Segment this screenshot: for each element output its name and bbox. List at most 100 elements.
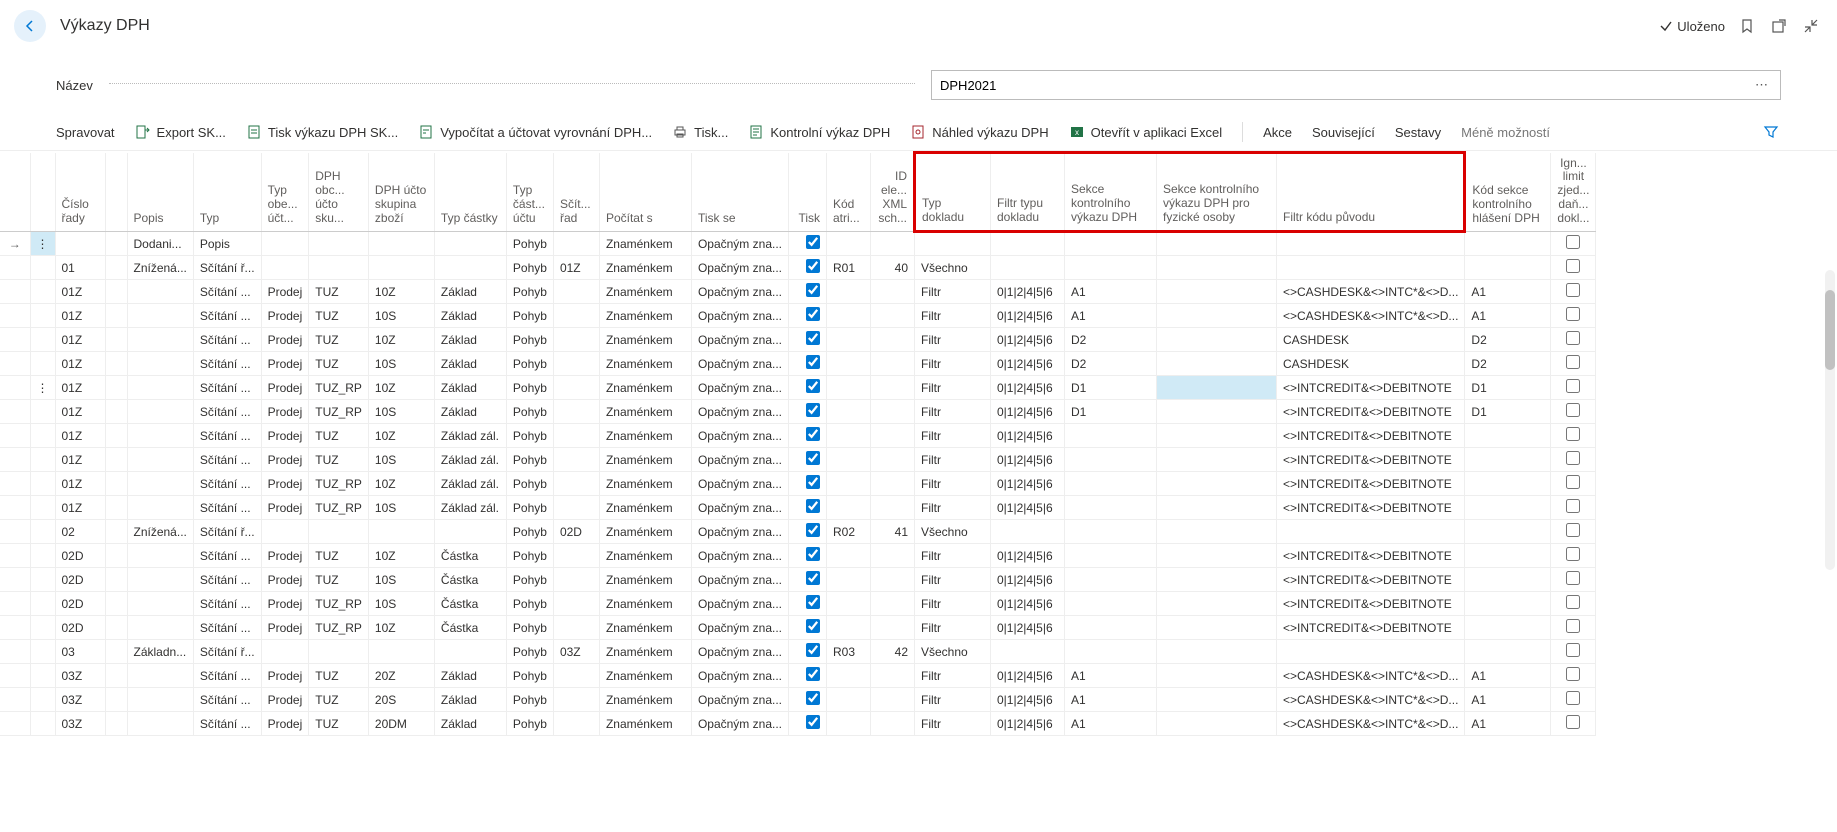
tisk-checkbox[interactable]: [806, 499, 820, 513]
col-filtr-typu[interactable]: Filtr typudokladu: [991, 153, 1065, 232]
tisk-checkbox[interactable]: [806, 403, 820, 417]
cell-tisk[interactable]: [789, 424, 827, 448]
cell-tisk-se[interactable]: Opačným zna...: [691, 592, 788, 616]
cell-ign[interactable]: [1551, 304, 1596, 328]
cell-sekce-kv-fo[interactable]: [1157, 496, 1277, 520]
cell-filtr-kodu[interactable]: <>INTCREDIT&<>DEBITNOTE: [1277, 400, 1465, 424]
cell-scit-rad[interactable]: [553, 472, 599, 496]
cell-pocitat-s[interactable]: Znaménkem: [599, 376, 691, 400]
cell-dph-ucto[interactable]: [368, 640, 434, 664]
cell-typ-castky[interactable]: Základ: [434, 352, 506, 376]
calc-post-button[interactable]: Vypočítat a účtovat vyrovnání DPH...: [418, 124, 652, 140]
tisk-checkbox[interactable]: [806, 307, 820, 321]
table-row[interactable]: 03Základn...Sčítání ř...Pohyb03ZZnaménke…: [0, 640, 1596, 664]
cell-filtr-typu[interactable]: 0|1|2|4|5|6: [991, 544, 1065, 568]
cell-pocitat-s[interactable]: Znaménkem: [599, 664, 691, 688]
cell-popis[interactable]: [127, 544, 193, 568]
cell-sekce-kv-fo[interactable]: [1157, 544, 1277, 568]
cell-row-no[interactable]: 03Z: [55, 664, 105, 688]
cell-row-no[interactable]: 01Z: [55, 376, 105, 400]
cell-tisk-se[interactable]: Opačným zna...: [691, 472, 788, 496]
cell-id-xml[interactable]: [871, 496, 915, 520]
cell-typ-dokladu[interactable]: Filtr: [915, 280, 991, 304]
cell-pocitat-s[interactable]: Znaménkem: [599, 448, 691, 472]
cell-typ-cast-uctu[interactable]: Pohyb: [506, 568, 553, 592]
ign-checkbox[interactable]: [1566, 235, 1580, 249]
cell-dph-ucto[interactable]: 10S: [368, 400, 434, 424]
col-row-no[interactable]: Číslořady: [55, 153, 105, 232]
cell-pocitat-s[interactable]: Znaménkem: [599, 520, 691, 544]
cell-sekce-kv-fo[interactable]: [1157, 448, 1277, 472]
cell-id-xml[interactable]: [871, 232, 915, 256]
cell-pocitat-s[interactable]: Znaménkem: [599, 616, 691, 640]
tisk-checkbox[interactable]: [806, 715, 820, 729]
cell-pocitat-s[interactable]: Znaménkem: [599, 472, 691, 496]
cell-typ-castky[interactable]: Základ: [434, 688, 506, 712]
cell-id-xml[interactable]: [871, 712, 915, 736]
cell-tisk-se[interactable]: Opačným zna...: [691, 448, 788, 472]
cell-tisk[interactable]: [789, 712, 827, 736]
cell-tisk-se[interactable]: Opačným zna...: [691, 352, 788, 376]
table-row[interactable]: 02Znížená...Sčítání ř...Pohyb02DZnaménke…: [0, 520, 1596, 544]
cell-popis[interactable]: [127, 472, 193, 496]
cell-dph-obch[interactable]: TUZ: [309, 544, 369, 568]
row-menu[interactable]: [30, 520, 55, 544]
col-sekce-kv[interactable]: Sekcekontrolníhovýkazu DPH: [1065, 153, 1157, 232]
cell-typ-obch[interactable]: Prodej: [261, 280, 309, 304]
cell-dph-ucto[interactable]: 10Z: [368, 328, 434, 352]
cell-typ-dokladu[interactable]: Filtr: [915, 400, 991, 424]
cell-typ-castky[interactable]: Základ zál.: [434, 496, 506, 520]
cell-typ-castky[interactable]: Základ zál.: [434, 424, 506, 448]
cell-typ-castky[interactable]: Částka: [434, 568, 506, 592]
cell-pocitat-s[interactable]: Znaménkem: [599, 712, 691, 736]
cell-dph-ucto[interactable]: 10Z: [368, 424, 434, 448]
table-row[interactable]: 01ZSčítání ...ProdejTUZ10ZZákladPohybZna…: [0, 328, 1596, 352]
cell-filtr-typu[interactable]: 0|1|2|4|5|6: [991, 376, 1065, 400]
cell-filtr-kodu[interactable]: <>CASHDESK&<>INTC*&<>D...: [1277, 664, 1465, 688]
ign-checkbox[interactable]: [1566, 307, 1580, 321]
cell-ign[interactable]: [1551, 664, 1596, 688]
cell-typ-castky[interactable]: Základ: [434, 304, 506, 328]
cell-kod-atri[interactable]: [827, 712, 871, 736]
cell-sekce-kv-fo[interactable]: [1157, 328, 1277, 352]
cell-kod-sekce[interactable]: [1465, 424, 1551, 448]
cell-typ-cast-uctu[interactable]: Pohyb: [506, 616, 553, 640]
cell-typ[interactable]: Sčítání ...: [193, 424, 261, 448]
cell-sekce-kv[interactable]: [1065, 592, 1157, 616]
cell-typ-cast-uctu[interactable]: Pohyb: [506, 232, 553, 256]
name-input-more-icon[interactable]: ⋯: [1751, 77, 1772, 93]
cell-filtr-typu[interactable]: 0|1|2|4|5|6: [991, 616, 1065, 640]
table-row[interactable]: 02DSčítání ...ProdejTUZ10ZČástkaPohybZna…: [0, 544, 1596, 568]
cell-filtr-kodu[interactable]: [1277, 232, 1465, 256]
name-input[interactable]: [940, 78, 1751, 93]
cell-typ-cast-uctu[interactable]: Pohyb: [506, 664, 553, 688]
tisk-checkbox[interactable]: [806, 547, 820, 561]
cell-ign[interactable]: [1551, 280, 1596, 304]
cell-kod-sekce[interactable]: A1: [1465, 304, 1551, 328]
cell-filtr-typu[interactable]: [991, 256, 1065, 280]
cell-dph-obch[interactable]: TUZ_RP: [309, 400, 369, 424]
ign-checkbox[interactable]: [1566, 427, 1580, 441]
table-row[interactable]: 01Znížená...Sčítání ř...Pohyb01ZZnaménke…: [0, 256, 1596, 280]
cell-id-xml[interactable]: [871, 424, 915, 448]
cell-kod-sekce[interactable]: D1: [1465, 376, 1551, 400]
cell-sekce-kv[interactable]: A1: [1065, 304, 1157, 328]
tisk-checkbox[interactable]: [806, 379, 820, 393]
cell-ign[interactable]: [1551, 400, 1596, 424]
cell-tisk[interactable]: [789, 640, 827, 664]
cell-typ-cast-uctu[interactable]: Pohyb: [506, 520, 553, 544]
cell-filtr-typu[interactable]: [991, 640, 1065, 664]
col-kod-atri[interactable]: Kódatri...: [827, 153, 871, 232]
cell-typ-cast-uctu[interactable]: Pohyb: [506, 424, 553, 448]
cell-dph-obch[interactable]: TUZ: [309, 568, 369, 592]
cell-pocitat-s[interactable]: Znaménkem: [599, 304, 691, 328]
cell-scit-rad[interactable]: [553, 424, 599, 448]
cell-row-no[interactable]: 02D: [55, 544, 105, 568]
cell-popis[interactable]: [127, 352, 193, 376]
cell-sekce-kv[interactable]: [1065, 568, 1157, 592]
cell-typ-castky[interactable]: Základ zál.: [434, 448, 506, 472]
col-typ-obch[interactable]: Typobe...účt...: [261, 153, 309, 232]
ign-checkbox[interactable]: [1566, 523, 1580, 537]
cell-typ-obch[interactable]: Prodej: [261, 496, 309, 520]
table-row[interactable]: 03ZSčítání ...ProdejTUZ20SZákladPohybZna…: [0, 688, 1596, 712]
